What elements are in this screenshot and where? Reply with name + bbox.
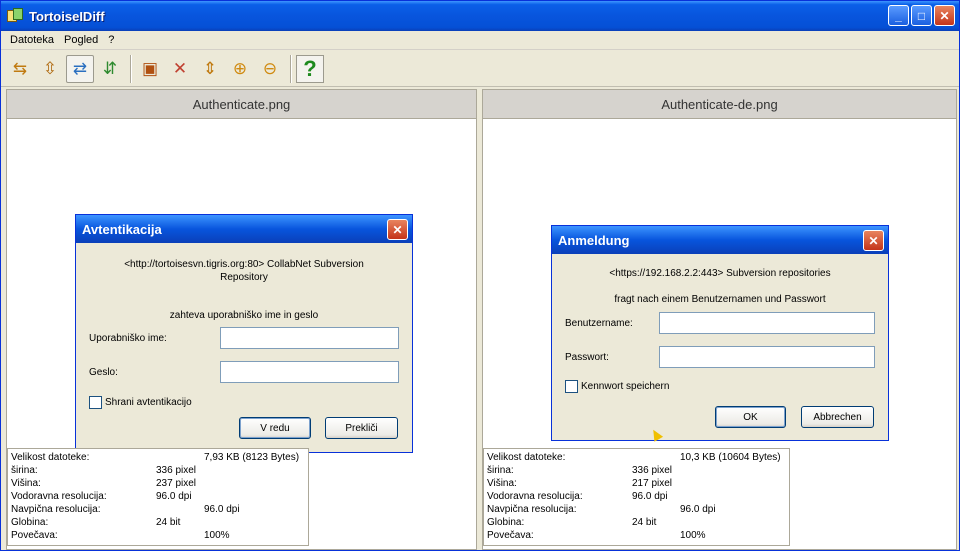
info-value: 336 pixel <box>632 465 673 476</box>
fit-width-icon[interactable]: ⇳ <box>36 55 64 83</box>
username-field-image <box>220 327 399 349</box>
info-value: 336 pixel <box>156 465 197 476</box>
dialog-title: Anmeldung <box>552 226 888 254</box>
info-key: širina: <box>11 465 38 476</box>
info-value: 96.0 dpi <box>632 491 668 502</box>
toolbar: ⇆ ⇳ ⇄ ⇵ ▣ ✕ ⇕ ⊕ ⊖ ? <box>1 51 959 87</box>
info-value: 24 bit <box>632 517 657 528</box>
info-key: Povečava: <box>11 530 58 541</box>
info-value: 100% <box>680 530 706 541</box>
close-button[interactable]: ✕ <box>934 5 955 26</box>
cancel-button-image: Abbrechen <box>801 406 874 428</box>
toolbar-separator <box>290 54 292 83</box>
tortoiseidiff-window: TortoiseIDiff _ □ ✕ Datoteka Pogled ? ⇆ … <box>0 0 960 551</box>
image-info-icon[interactable]: ▣ <box>136 55 164 83</box>
dialog-close-icon: ✕ <box>863 230 884 251</box>
password-label: Passwort: <box>565 352 609 363</box>
info-key: Navpična resolucija: <box>11 504 101 515</box>
fit-together-icon[interactable]: ✕ <box>166 55 194 83</box>
maximize-button[interactable]: □ <box>911 5 932 26</box>
info-key: Višina: <box>11 478 41 489</box>
link-images-icon[interactable]: ⇄ <box>66 54 94 83</box>
ok-button-image: OK <box>715 406 786 428</box>
dialog-realm-line2: Repository <box>220 272 268 283</box>
info-value: 100% <box>204 530 230 541</box>
dialog-prompt: zahteva uporabniško ime in geslo <box>169 310 319 321</box>
info-key: Velikost datoteke: <box>487 452 566 463</box>
dialog-realm-line1: <http://tortoisesvn.tigris.org:80> Colla… <box>124 259 364 270</box>
dialog-close-icon: ✕ <box>387 219 408 240</box>
password-field-image <box>659 346 875 368</box>
info-key: Vodoravna resolucija: <box>11 491 107 502</box>
info-key: Višina: <box>487 478 517 489</box>
fit-height-icon[interactable]: ⇵ <box>96 55 124 83</box>
save-auth-label: Shrani avtentikacijo <box>105 397 192 408</box>
overlay-images-icon[interactable]: ⇆ <box>6 55 34 83</box>
help-icon[interactable]: ? <box>296 54 324 83</box>
info-value: 96.0 dpi <box>156 491 192 502</box>
save-password-label: Kennwort speichern <box>581 381 670 392</box>
info-key: Globina: <box>11 517 49 528</box>
dialog-prompt: fragt nach einem Benutzernamen und Passw… <box>614 294 826 305</box>
menu-help[interactable]: ? <box>103 34 119 46</box>
save-auth-checkbox: Shrani avtentikacijo <box>89 396 192 409</box>
info-value: 7,93 KB (8123 Bytes) <box>204 452 300 463</box>
left-image-pane[interactable]: Authenticate.png Avtentikacija ✕ <http:/… <box>6 89 477 550</box>
info-value: 96.0 dpi <box>204 504 240 515</box>
info-key: Navpična resolucija: <box>487 504 577 515</box>
window-title: TortoiseIDiff <box>29 8 105 24</box>
info-key: širina: <box>487 465 514 476</box>
left-pane-header: Authenticate.png <box>7 90 476 119</box>
info-value: 237 pixel <box>156 478 197 489</box>
info-key: Povečava: <box>487 530 534 541</box>
cancel-button-image: Prekliči <box>325 417 398 439</box>
right-pane-header: Authenticate-de.png <box>483 90 956 119</box>
username-field-image <box>659 312 875 334</box>
info-key: Vodoravna resolucija: <box>487 491 583 502</box>
username-label: Uporabniško ime: <box>89 333 167 344</box>
password-field-image <box>220 361 399 383</box>
menu-bar: Datoteka Pogled ? <box>1 31 959 50</box>
right-image-pane[interactable]: Authenticate-de.png Anmeldung ✕ <https:/… <box>482 89 957 550</box>
menu-file[interactable]: Datoteka <box>5 34 59 46</box>
save-password-checkbox: Kennwort speichern <box>565 380 669 393</box>
image-info-box: Velikost datoteke: 10,3 KB (10604 Bytes) … <box>483 448 790 546</box>
password-label: Geslo: <box>89 367 118 378</box>
original-size-icon[interactable]: ⇕ <box>196 55 224 83</box>
zoom-out-icon[interactable]: ⊖ <box>256 55 284 83</box>
menu-view[interactable]: Pogled <box>59 34 103 46</box>
username-label: Benutzername: <box>565 318 633 329</box>
dialog-realm-line1: <https://192.168.2.2:443> Subversion rep… <box>609 268 831 279</box>
info-key: Velikost datoteke: <box>11 452 90 463</box>
auth-dialog-image: Anmeldung ✕ <https://192.168.2.2:443> Su… <box>551 225 889 441</box>
image-info-box: Velikost datoteke: 7,93 KB (8123 Bytes) š… <box>7 448 309 546</box>
zoom-in-icon[interactable]: ⊕ <box>226 55 254 83</box>
auth-dialog-image: Avtentikacija ✕ <http://tortoisesvn.tigr… <box>75 214 413 453</box>
info-value: 217 pixel <box>632 478 673 489</box>
title-bar[interactable]: TortoiseIDiff _ □ ✕ <box>1 1 959 31</box>
info-value: 24 bit <box>156 517 181 528</box>
dialog-title: Avtentikacija <box>76 215 412 243</box>
app-icon <box>7 8 23 24</box>
info-key: Globina: <box>487 517 525 528</box>
info-value: 10,3 KB (10604 Bytes) <box>680 452 781 463</box>
minimize-button[interactable]: _ <box>888 5 909 26</box>
ok-button-image: V redu <box>239 417 311 439</box>
toolbar-separator <box>130 54 132 83</box>
info-value: 96.0 dpi <box>680 504 716 515</box>
